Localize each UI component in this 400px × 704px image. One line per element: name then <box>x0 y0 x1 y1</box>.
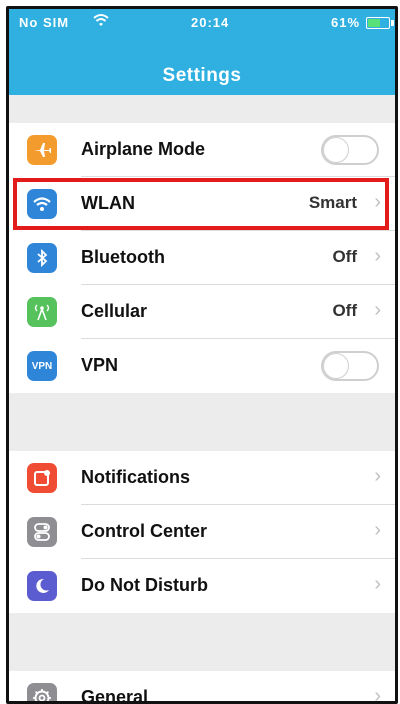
settings-row-bluetooth[interactable]: Bluetooth Off › <box>9 231 395 285</box>
toggle-knob <box>323 353 349 379</box>
airplane-icon <box>27 135 57 165</box>
settings-row-label: VPN <box>81 355 118 376</box>
settings-row-label: Do Not Disturb <box>81 575 208 596</box>
wifi-icon <box>93 13 109 30</box>
settings-row-value: Off <box>332 301 357 321</box>
section-gap <box>9 95 395 123</box>
chevron-right-icon: › <box>374 299 381 322</box>
settings-group: Notifications›Control Center›Do Not Dist… <box>9 451 395 613</box>
section-gap <box>9 613 395 671</box>
settings-row-notifications[interactable]: Notifications › <box>9 451 395 505</box>
settings-row-cellular[interactable]: Cellular Off › <box>9 285 395 339</box>
settings-group: Airplane ModeWLANSmart›BluetoothOff›Cell… <box>9 123 395 393</box>
settings-row-label: Bluetooth <box>81 247 165 268</box>
page-title: Settings <box>9 65 395 87</box>
phone-frame: No SIM 20:14 61% Settings Airplane Mode W… <box>6 6 398 704</box>
settings-row-label: Control Center <box>81 521 207 542</box>
settings-row-label: Airplane Mode <box>81 139 205 160</box>
battery-level-fill <box>368 19 380 27</box>
battery-percent: 61% <box>331 15 360 30</box>
notifications-icon <box>27 463 57 493</box>
settings-row-vpn[interactable]: VPN VPN <box>9 339 395 393</box>
chevron-right-icon: › <box>374 465 381 488</box>
chevron-right-icon: › <box>374 573 381 596</box>
settings-group: General › <box>9 671 395 704</box>
control-center-icon <box>27 517 57 547</box>
battery-icon <box>366 17 390 29</box>
settings-row-label: Notifications <box>81 467 190 488</box>
chevron-right-icon: › <box>374 685 381 704</box>
section-gap <box>9 393 395 451</box>
settings-row-do-not-disturb[interactable]: Do Not Disturb › <box>9 559 395 613</box>
chevron-right-icon: › <box>374 245 381 268</box>
highlight-box <box>13 178 389 230</box>
vpn-toggle[interactable] <box>321 351 379 381</box>
airplane-mode-toggle[interactable] <box>321 135 379 165</box>
vpn-icon: VPN <box>27 351 57 381</box>
chevron-right-icon: › <box>374 519 381 542</box>
header: No SIM 20:14 61% Settings <box>9 9 395 95</box>
settings-list: Airplane ModeWLANSmart›BluetoothOff›Cell… <box>9 95 395 704</box>
settings-row-airplane-mode[interactable]: Airplane Mode <box>9 123 395 177</box>
settings-row-general[interactable]: General › <box>9 671 395 704</box>
cellular-antenna-icon <box>27 297 57 327</box>
settings-row-label: Cellular <box>81 301 147 322</box>
clock: 20:14 <box>191 15 229 30</box>
moon-icon <box>27 571 57 601</box>
toggle-knob <box>323 137 349 163</box>
settings-row-control-center[interactable]: Control Center › <box>9 505 395 559</box>
settings-row-value: Off <box>332 247 357 267</box>
status-bar: No SIM 20:14 61% <box>9 15 395 35</box>
settings-row-label: General <box>81 687 148 704</box>
vpn-icon-text: VPN <box>32 361 53 372</box>
bluetooth-icon <box>27 243 57 273</box>
carrier-label: No SIM <box>19 15 69 30</box>
settings-row-wlan[interactable]: WLANSmart› <box>9 177 395 231</box>
